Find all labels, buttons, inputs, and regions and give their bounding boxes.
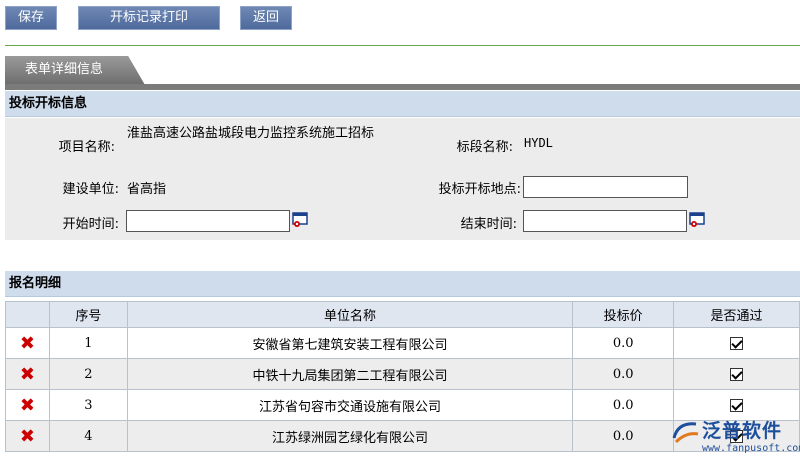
row-company: 安徽省第七建筑安装工程有限公司 — [126, 327, 574, 359]
print-bid-record-button[interactable]: 开标记录打印 — [78, 6, 220, 30]
end-time-input[interactable] — [523, 210, 687, 232]
delete-icon[interactable]: ✖ — [20, 364, 35, 385]
brand-name: 泛普软件 — [702, 420, 783, 442]
row-seq: 2 — [48, 358, 128, 390]
row-price: 0.0 — [572, 420, 675, 452]
row-price: 0.0 — [572, 358, 675, 390]
lot-name-value: HYDL — [524, 136, 553, 150]
toolbar-divider — [5, 45, 800, 46]
section-spacer — [5, 240, 800, 270]
registration-section-header: 报名明细 — [5, 271, 800, 297]
builder-label: 建设单位: — [62, 182, 119, 197]
passed-checkbox[interactable] — [730, 336, 744, 350]
delete-icon[interactable]: ✖ — [20, 395, 35, 416]
tab-form-details[interactable]: 表单详细信息 — [5, 56, 145, 85]
passed-checkbox[interactable] — [730, 398, 744, 412]
calendar-icon[interactable] — [292, 212, 308, 228]
row-price: 0.0 — [572, 327, 675, 359]
location-label: 投标开标地点: — [438, 182, 521, 197]
start-time-label: 开始时间: — [62, 217, 119, 232]
calendar-icon[interactable] — [689, 212, 705, 228]
project-name-label: 项目名称: — [58, 140, 115, 155]
delete-icon[interactable]: ✖ — [20, 426, 35, 447]
delete-icon[interactable]: ✖ — [20, 333, 35, 354]
passed-checkbox[interactable] — [730, 367, 744, 381]
row-company: 江苏省句容市交通设施有限公司 — [126, 389, 574, 421]
location-input[interactable] — [523, 176, 688, 198]
row-seq: 3 — [48, 389, 128, 421]
column-header-seq: 序号 — [48, 301, 128, 328]
project-name-value: 淮盐高速公路盐城段电力监控系统施工招标 — [127, 126, 375, 141]
row-seq: 1 — [48, 327, 128, 359]
back-button[interactable]: 返回 — [240, 6, 292, 30]
column-header-passed: 是否通过 — [673, 301, 800, 328]
column-header-company: 单位名称 — [126, 301, 574, 328]
builder-value: 省高指 — [127, 182, 167, 197]
table-row: ✖ 1 安徽省第七建筑安装工程有限公司 0.0 — [5, 327, 800, 359]
column-header-price: 投标价 — [572, 301, 675, 328]
bid-section-header: 投标开标信息 — [5, 91, 800, 117]
row-company: 江苏绿洲园艺绿化有限公司 — [126, 420, 574, 452]
lot-name-label: 标段名称: — [456, 140, 513, 155]
end-time-label: 结束时间: — [460, 217, 517, 232]
brand-logo-icon — [672, 422, 699, 444]
brand-watermark: 泛普软件 www.fanpusoft.com — [668, 414, 800, 462]
row-company: 中铁十九局集团第二工程有限公司 — [126, 358, 574, 390]
table-row: ✖ 2 中铁十九局集团第二工程有限公司 0.0 — [5, 358, 800, 390]
tab-underline — [5, 84, 800, 90]
save-button[interactable]: 保存 — [5, 6, 57, 30]
start-time-input[interactable] — [126, 210, 290, 232]
column-header-action — [5, 301, 50, 328]
row-seq: 4 — [48, 420, 128, 452]
bid-form-area: 项目名称: 淮盐高速公路盐城段电力监控系统施工招标 标段名称: HYDL 建设单… — [5, 118, 800, 240]
row-price: 0.0 — [572, 389, 675, 421]
table-header-row: 序号 单位名称 投标价 是否通过 — [5, 301, 800, 328]
brand-url: www.fanpusoft.com — [702, 443, 800, 454]
